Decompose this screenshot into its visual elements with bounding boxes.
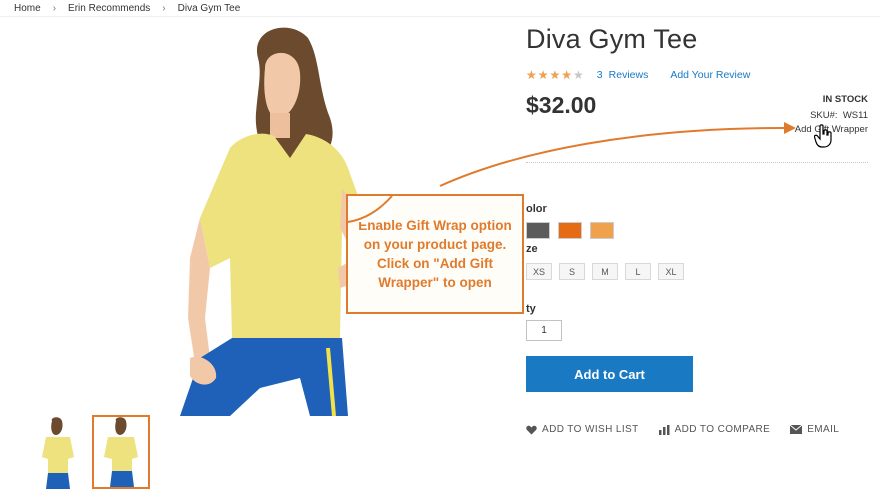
compare-bars-icon bbox=[658, 424, 670, 435]
size-options: XS S M L XL bbox=[526, 263, 684, 280]
size-option-l[interactable]: L bbox=[625, 263, 651, 280]
sku-value: WS11 bbox=[842, 110, 868, 121]
compare-label: ADD TO COMPARE bbox=[674, 424, 771, 435]
star-rating-fill: ★★★★★ bbox=[526, 68, 574, 82]
email-link[interactable]: EMAIL bbox=[790, 424, 839, 435]
qty-input[interactable]: 1 bbox=[526, 320, 562, 341]
rating-row: ★★★★★ ★★★★★ 3 Reviews Add Your Review bbox=[526, 68, 772, 82]
add-to-cart-button[interactable]: Add to Cart bbox=[526, 356, 693, 392]
reviews-count[interactable]: 3 bbox=[597, 69, 603, 81]
callout-fold-corner bbox=[347, 195, 393, 223]
add-to-wishlist-link[interactable]: ADD TO WISH LIST bbox=[526, 424, 639, 435]
size-option-s[interactable]: S bbox=[559, 263, 585, 280]
hand-cursor-icon bbox=[814, 124, 832, 148]
add-review-link[interactable]: Add Your Review bbox=[670, 69, 750, 81]
thumbnail-photo bbox=[42, 417, 74, 489]
stock-status: IN STOCK bbox=[822, 94, 868, 105]
chevron-right-icon: › bbox=[162, 2, 166, 14]
divider bbox=[526, 162, 868, 163]
envelope-icon bbox=[790, 425, 803, 434]
color-label: olor bbox=[526, 203, 547, 215]
size-option-xs[interactable]: XS bbox=[526, 263, 552, 280]
color-swatch-yellow-orange[interactable] bbox=[590, 222, 614, 239]
breadcrumb: Home › Erin Recommends › Diva Gym Tee bbox=[0, 0, 880, 17]
thumbnail-1[interactable] bbox=[30, 415, 86, 490]
star-rating: ★★★★★ ★★★★★ bbox=[526, 68, 585, 82]
color-swatch-orange[interactable] bbox=[558, 222, 582, 239]
breadcrumb-home[interactable]: Home bbox=[14, 3, 41, 14]
wishlist-label: ADD TO WISH LIST bbox=[542, 424, 639, 435]
thumbnail-photo bbox=[104, 417, 138, 487]
heart-icon bbox=[526, 425, 537, 434]
product-price: $32.00 bbox=[526, 92, 597, 118]
reviews-link[interactable]: Reviews bbox=[609, 69, 649, 81]
color-swatch-gray[interactable] bbox=[526, 222, 550, 239]
breadcrumb-current: Diva Gym Tee bbox=[177, 2, 241, 14]
product-actions: ADD TO WISH LIST ADD TO COMPARE EMAIL bbox=[526, 424, 839, 435]
sku-label: SKU#: bbox=[810, 110, 838, 121]
breadcrumb-category[interactable]: Erin Recommends bbox=[68, 3, 150, 14]
chevron-right-icon: › bbox=[52, 2, 57, 14]
color-swatches bbox=[526, 222, 614, 239]
size-option-m[interactable]: M bbox=[592, 263, 618, 280]
thumbnail-2-selected[interactable] bbox=[92, 415, 150, 489]
size-option-xl[interactable]: XL bbox=[658, 263, 684, 280]
sku: SKU#: WS11 bbox=[810, 110, 868, 121]
thumbnail-strip bbox=[30, 415, 150, 490]
size-label: ze bbox=[526, 243, 538, 255]
add-to-compare-link[interactable]: ADD TO COMPARE bbox=[658, 424, 771, 435]
qty-label: ty bbox=[526, 303, 536, 315]
email-label: EMAIL bbox=[807, 424, 840, 435]
product-title: Diva Gym Tee bbox=[526, 24, 698, 54]
